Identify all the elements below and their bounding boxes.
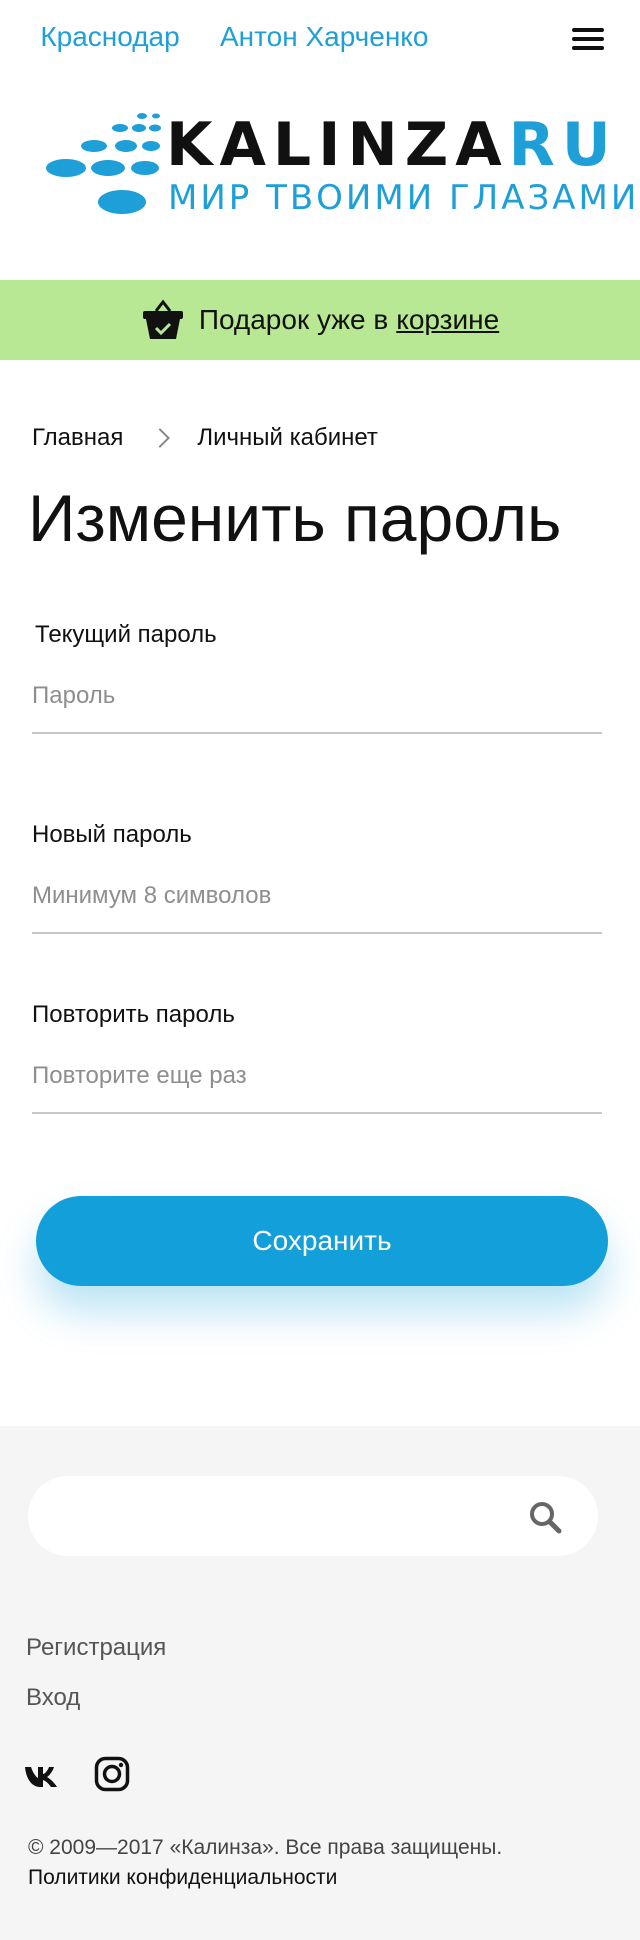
search-box <box>28 1476 598 1556</box>
user-account-link[interactable]: Антон Харченко <box>220 18 428 55</box>
new-password-input[interactable] <box>32 864 602 934</box>
breadcrumb-current[interactable]: Личный кабинет <box>197 424 378 452</box>
search-input[interactable] <box>58 1476 528 1556</box>
current-password-field: Текущий пароль <box>32 620 602 734</box>
logo-wordmark: KALINZARU <box>166 110 618 180</box>
vk-icon[interactable] <box>24 1756 60 1792</box>
hamburger-menu-icon[interactable] <box>572 28 604 54</box>
basket-icon <box>142 299 183 339</box>
gift-banner-text: Подарок уже в <box>198 304 389 335</box>
cart-link[interactable]: корзине <box>396 304 499 336</box>
gift-banner: Подарок уже в корзине <box>0 280 640 360</box>
chevron-right-icon <box>150 428 171 448</box>
page-title: Изменить пароль <box>28 481 562 555</box>
breadcrumb-home[interactable]: Главная <box>32 424 123 452</box>
search-icon[interactable] <box>528 1500 562 1534</box>
copyright-text: © 2009—2017 «Калинза». Все права защищен… <box>28 1836 503 1859</box>
repeat-password-input[interactable] <box>32 1044 602 1114</box>
current-password-input[interactable] <box>32 664 602 734</box>
breadcrumb: Главная Личный кабинет <box>32 424 378 452</box>
save-button[interactable]: Сохранить <box>36 1196 608 1286</box>
login-link[interactable]: Вход <box>26 1684 80 1712</box>
new-password-label: Новый пароль <box>32 821 192 848</box>
city-selector[interactable]: Краснодар <box>40 18 180 55</box>
repeat-password-field: Повторить пароль <box>32 1000 602 1114</box>
footer: Регистрация Вход © 2009—2017 «Калинза». … <box>0 1426 640 1940</box>
header: Краснодар Антон Харченко KALINZARU МИР Т… <box>0 0 640 280</box>
register-link[interactable]: Регистрация <box>26 1634 166 1662</box>
instagram-icon[interactable] <box>94 1756 130 1792</box>
site-logo[interactable]: KALINZARU МИР ТВОИМИ ГЛАЗАМИ <box>38 112 636 222</box>
logo-tagline: МИР ТВОИМИ ГЛАЗАМИ <box>168 178 640 218</box>
privacy-policy-link[interactable]: Политики конфиденциальности <box>28 1866 337 1890</box>
current-password-label: Текущий пароль <box>35 621 217 648</box>
new-password-field: Новый пароль <box>32 820 602 934</box>
repeat-password-label: Повторить пароль <box>32 1001 235 1028</box>
